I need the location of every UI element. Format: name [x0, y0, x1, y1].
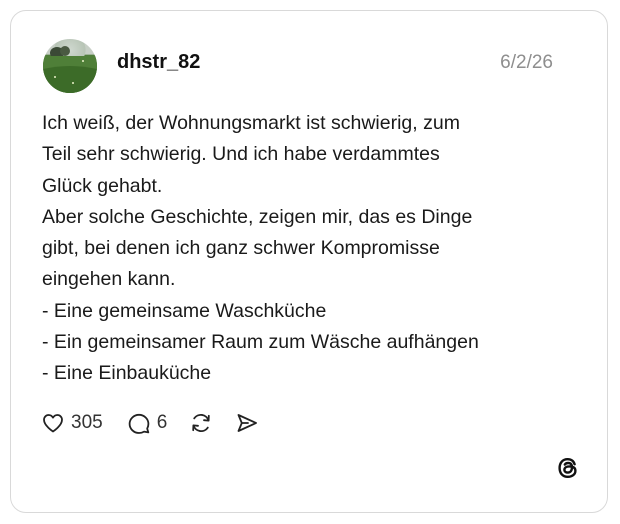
post-line: Teil sehr schwierig. Und ich habe verdam…: [42, 143, 440, 166]
post-date: 6/2/26: [500, 52, 553, 73]
post-line: - Ein gemeinsamer Raum zum Wäsche aufhän…: [42, 331, 479, 354]
repost-icon: [192, 414, 210, 432]
threads-logo-icon: [558, 457, 577, 479]
username[interactable]: dhstr_82: [117, 51, 200, 74]
post-line: Aber solche Geschichte, zeigen mir, das …: [42, 205, 473, 228]
like-count: 305: [71, 412, 103, 433]
share-button[interactable]: [235, 411, 259, 435]
reply-count: 6: [156, 412, 168, 433]
action-bar: 305 6: [41, 409, 259, 437]
post-line: - Eine gemeinsame Waschküche: [42, 299, 327, 322]
post-line: gibt, bei denen ich ganz schwer Kompromi…: [42, 237, 440, 260]
reply-button[interactable]: 6: [127, 411, 168, 435]
avatar[interactable]: [43, 39, 97, 93]
heart-icon: [43, 414, 63, 433]
like-button[interactable]: 305: [41, 411, 103, 435]
threads-logo[interactable]: [555, 455, 581, 486]
avatar-photo: [43, 46, 97, 93]
post-line: eingehen kann.: [42, 268, 176, 291]
post-line: - Eine Einbauküche: [42, 362, 212, 385]
comment-icon: [128, 413, 150, 434]
send-icon: [237, 414, 258, 432]
repost-button[interactable]: [189, 411, 213, 435]
post-body: Ich weiß, der Wohnungsmarkt ist schwieri…: [42, 108, 582, 390]
post-card: dhstr_82 6/2/26 Ich weiß, der Wohnungsma…: [10, 10, 608, 513]
post-line: Ich weiß, der Wohnungsmarkt ist schwieri…: [42, 112, 460, 134]
post-line: Glück gehabt.: [42, 174, 163, 197]
